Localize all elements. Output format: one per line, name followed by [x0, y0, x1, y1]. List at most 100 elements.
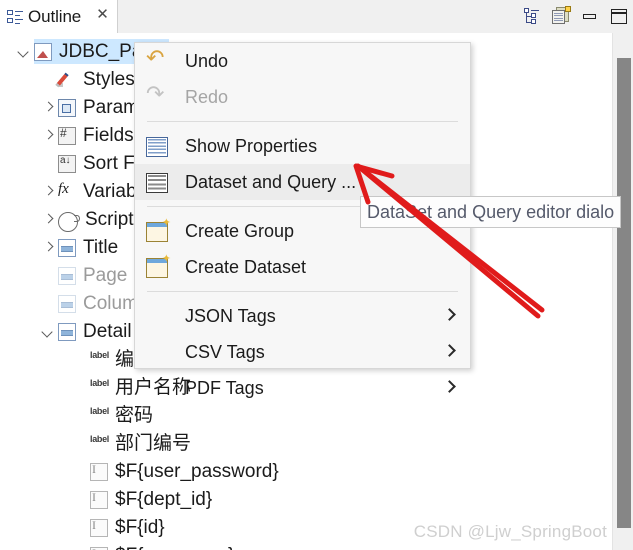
vertical-scrollbar[interactable]	[612, 33, 633, 550]
menu-item-label: Create Dataset	[185, 257, 307, 277]
undo-icon	[146, 45, 168, 71]
label-icon-text: label	[90, 406, 110, 416]
outline-view-window: Outline ✕ JDBC_Param Styles Parameters #…	[0, 0, 633, 550]
tree-item-14[interactable]: label 部门编号	[72, 430, 191, 458]
report-icon	[34, 43, 52, 61]
redo-icon	[146, 81, 168, 107]
vertical-scrollbar-thumb[interactable]	[617, 58, 631, 528]
menu-icon-placeholder	[146, 342, 168, 362]
menu-icon-placeholder	[146, 306, 168, 326]
chevron-down-icon[interactable]	[16, 44, 32, 60]
outline-icon	[7, 9, 23, 25]
tree-item-16[interactable]: $F{dept_id}	[72, 486, 212, 514]
tree-item-3[interactable]: Fields	[40, 122, 134, 150]
chevron-right-icon[interactable]	[40, 100, 56, 116]
textfield-icon	[90, 462, 108, 481]
tree-item-7[interactable]: Title	[40, 234, 118, 262]
maximize-icon[interactable]	[609, 6, 629, 26]
chevron-right-icon[interactable]	[40, 240, 56, 256]
chevron-right-icon	[443, 308, 456, 321]
tab-outline-label: Outline	[28, 6, 82, 26]
tree-item-18[interactable]: $F{username}	[72, 542, 234, 550]
collapse-all-icon[interactable]	[522, 6, 542, 26]
chevron-right-icon	[443, 344, 456, 357]
menu-item-show-properties[interactable]: Show Properties	[135, 128, 470, 164]
menu-item-json-tags[interactable]: JSON Tags	[135, 298, 470, 334]
param-icon	[58, 99, 76, 117]
label-icon-text: label	[90, 434, 110, 444]
tree-item-15[interactable]: $F{user_password}	[72, 458, 279, 486]
tree-item-17[interactable]: $F{id}	[72, 514, 165, 542]
new-item-icon	[146, 216, 171, 242]
textfield-icon	[90, 490, 108, 509]
tree-item-10[interactable]: Detail 1	[40, 318, 147, 346]
menu-item-undo[interactable]: Undo	[135, 43, 470, 79]
fx-icon	[58, 181, 76, 201]
label-icon-text: label	[90, 378, 110, 388]
close-icon[interactable]: ✕	[96, 7, 109, 22]
chevron-right-icon	[443, 380, 456, 393]
menu-item-label: PDF Tags	[185, 378, 264, 398]
tooltip-text: DataSet and Query editor dialo	[367, 201, 615, 222]
menu-item-dataset-and-query[interactable]: Dataset and Query ...	[135, 164, 470, 200]
tree-item-label: $F{dept_id}	[115, 489, 213, 510]
chevron-right-icon[interactable]	[40, 128, 56, 144]
menu-separator	[147, 121, 458, 122]
view-toolbar	[522, 4, 629, 28]
menu-item-label: CSV Tags	[185, 342, 265, 362]
chevron-right-icon[interactable]	[40, 212, 56, 228]
menu-item-label: Show Properties	[185, 136, 318, 156]
tree-item-1[interactable]: Styles	[40, 66, 135, 94]
chevron-right-icon[interactable]	[40, 184, 56, 200]
tree-item-label: 密码	[115, 405, 154, 426]
menu-item-label: Create Group	[185, 221, 295, 241]
menu-separator	[147, 291, 458, 292]
menu-item-pdf-tags[interactable]: PDF Tags	[135, 370, 470, 406]
menu-item-label: Redo	[185, 87, 229, 107]
coffee-icon	[58, 211, 80, 232]
label-icon-text: label	[90, 350, 110, 360]
tree-item-label: 部门编号	[115, 433, 192, 454]
label-icon: label	[90, 434, 110, 453]
band-icon	[58, 295, 76, 313]
watermark: CSDN @Ljw_SpringBoot	[413, 522, 607, 541]
band-icon	[58, 239, 76, 257]
new-item-icon	[146, 252, 171, 278]
menu-item-csv-tags[interactable]: CSV Tags	[135, 334, 470, 370]
band-icon	[58, 323, 76, 341]
menu-item-create-dataset[interactable]: Create Dataset	[135, 249, 470, 285]
menu-item-label: Dataset and Query ...	[185, 172, 357, 192]
minimize-icon[interactable]	[580, 6, 600, 26]
properties-icon	[146, 137, 168, 157]
label-icon: label	[90, 406, 110, 425]
label-icon: label	[90, 378, 110, 397]
tree-item-label: Fields	[83, 125, 134, 146]
view-header: Outline ✕	[0, 0, 633, 34]
textfield-icon	[90, 518, 108, 537]
menu-item-label: Undo	[185, 51, 229, 71]
band-icon	[58, 267, 76, 285]
label-icon: label	[90, 350, 110, 369]
tab-outline[interactable]: Outline ✕	[0, 0, 118, 33]
menu-icon-placeholder	[146, 378, 168, 398]
tree-item-label: Styles	[83, 69, 135, 90]
chevron-down-icon[interactable]	[40, 324, 56, 340]
pencil-icon	[58, 71, 76, 89]
link-with-editor-icon[interactable]	[551, 6, 571, 26]
tooltip: DataSet and Query editor dialo	[360, 196, 622, 228]
tree-item-label: $F{id}	[115, 517, 165, 538]
tree-item-label: $F{username}	[115, 545, 234, 550]
dataset-icon	[146, 173, 168, 193]
tree-item-13[interactable]: label 密码	[72, 402, 153, 430]
fields-icon	[58, 126, 76, 145]
